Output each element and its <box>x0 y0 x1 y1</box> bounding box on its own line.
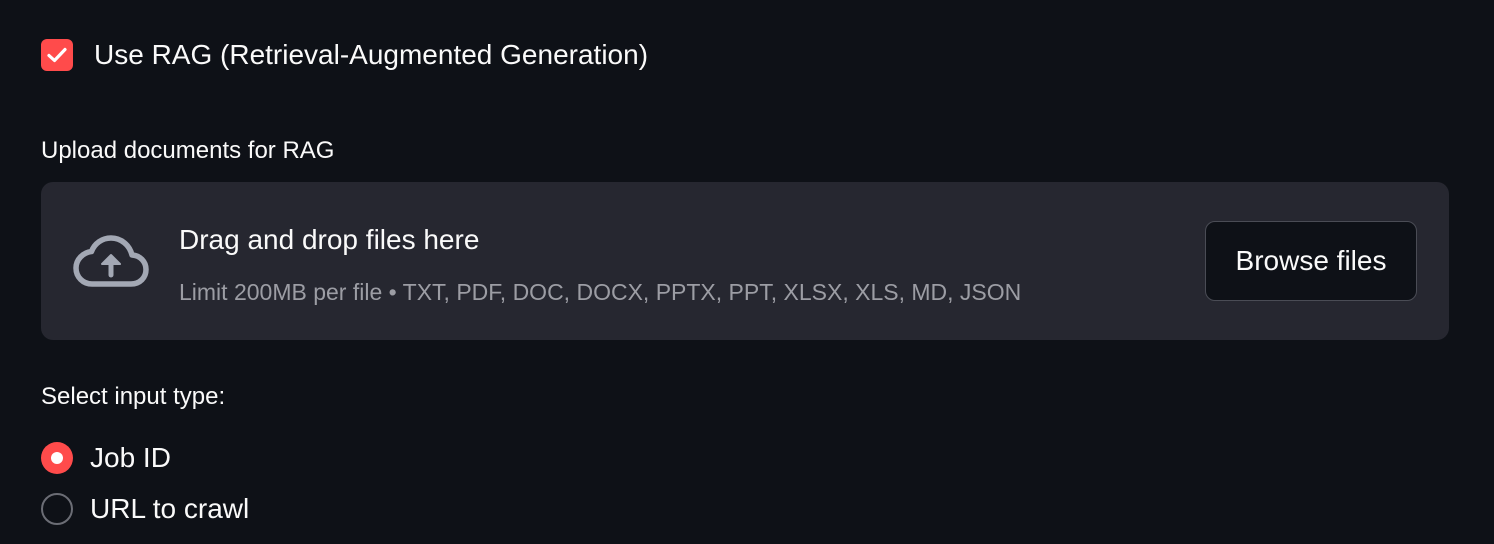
radio-unselected-icon[interactable] <box>41 493 73 525</box>
radio-option-job-id[interactable]: Job ID <box>41 440 171 476</box>
rag-checkbox[interactable]: Use RAG (Retrieval-Augmented Generation) <box>41 37 648 73</box>
radio-option-url[interactable]: URL to crawl <box>41 491 249 527</box>
page: Use RAG (Retrieval-Augmented Generation)… <box>0 0 1494 544</box>
dropzone-title: Drag and drop files here <box>179 224 480 255</box>
browse-files-button[interactable]: Browse files <box>1205 221 1417 301</box>
input-type-label: Select input type: <box>41 383 226 410</box>
dropzone-limits: Limit 200MB per file • TXT, PDF, DOC, DO… <box>179 279 1022 305</box>
checkbox-checked-icon[interactable] <box>41 39 73 71</box>
radio-label-job-id: Job ID <box>90 442 171 473</box>
rag-checkbox-label: Use RAG (Retrieval-Augmented Generation) <box>94 39 649 70</box>
cloud-upload-icon <box>73 235 149 287</box>
radio-selected-icon[interactable] <box>41 442 73 474</box>
checkmark-icon <box>47 47 67 63</box>
upload-label: Upload documents for RAG <box>41 137 335 164</box>
radio-label-url: URL to crawl <box>90 493 250 524</box>
file-dropzone[interactable]: Drag and drop files here Limit 200MB per… <box>41 182 1449 340</box>
